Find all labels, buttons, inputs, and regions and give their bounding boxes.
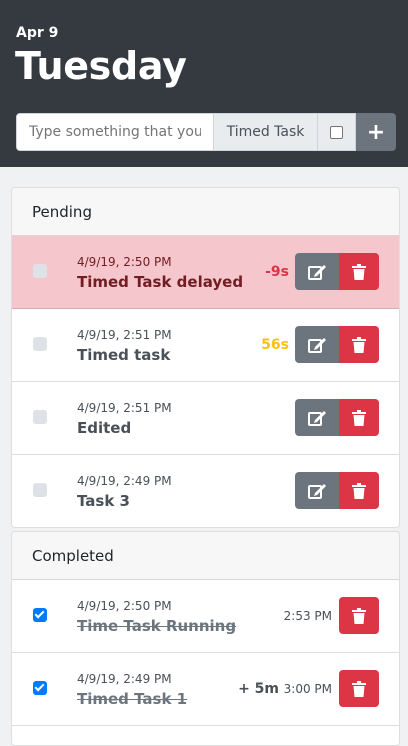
trash-icon: [352, 607, 366, 624]
pending-task-row: 4/9/19, 2:51 PM Edited: [12, 382, 399, 455]
pending-task-row: 4/9/19, 2:51 PM Timed task 56s: [12, 309, 399, 382]
edit-icon: [308, 337, 326, 353]
delete-button[interactable]: [339, 597, 379, 634]
task-checkbox[interactable]: [33, 681, 47, 695]
add-task-button[interactable]: +: [356, 113, 396, 151]
pending-task-row: 4/9/19, 2:49 PM Task 3: [12, 455, 399, 527]
completed-time: 2:53 PM: [283, 609, 332, 623]
completed-task-row: 4/9/19, 2:49 PM Timed Task 1 + 5m 3:00 P…: [12, 653, 399, 726]
header-date: Apr 9: [16, 25, 59, 41]
completed-card: Completed 4/9/19, 2:50 PM Time Task Runn…: [11, 531, 400, 746]
task-title: Timed task: [77, 346, 171, 364]
trash-icon: [352, 482, 366, 499]
trash-icon: [352, 263, 366, 280]
edit-icon: [308, 410, 326, 426]
delete-button[interactable]: [339, 326, 379, 363]
plus-icon: +: [366, 119, 386, 145]
task-time: 4/9/19, 2:49 PM: [77, 672, 172, 686]
task-time: 4/9/19, 2:51 PM: [77, 401, 172, 415]
overtime-label: + 5m: [238, 681, 279, 697]
new-task-input[interactable]: [16, 113, 214, 151]
pending-task-row: 4/9/19, 2:50 PM Timed Task delayed -9s: [12, 236, 399, 309]
task-time: 4/9/19, 2:49 PM: [77, 474, 172, 488]
pending-header: Pending: [12, 188, 399, 236]
delete-button[interactable]: [339, 253, 379, 290]
edit-button[interactable]: [295, 399, 339, 436]
task-time: 4/9/19, 2:51 PM: [77, 328, 172, 342]
trash-icon: [352, 680, 366, 697]
task-title: Time Task Running: [77, 617, 237, 635]
task-checkbox[interactable]: [33, 608, 47, 622]
delete-button[interactable]: [339, 670, 379, 707]
task-countdown: -9s: [265, 264, 289, 280]
edit-button[interactable]: [295, 253, 339, 290]
timed-task-toggle[interactable]: [318, 113, 356, 151]
task-countdown: 56s: [261, 337, 289, 353]
pending-card: Pending 4/9/19, 2:50 PM Timed Task delay…: [11, 187, 400, 528]
task-title: Timed Task 1: [77, 690, 188, 708]
edit-icon: [308, 264, 326, 280]
new-task-bar: Timed Task +: [16, 113, 396, 151]
edit-icon: [308, 483, 326, 499]
task-checkbox[interactable]: [33, 410, 47, 424]
task-checkbox[interactable]: [33, 264, 47, 278]
edit-button[interactable]: [295, 472, 339, 509]
task-time: 4/9/19, 2:50 PM: [77, 255, 172, 269]
trash-icon: [352, 409, 366, 426]
task-checkbox[interactable]: [33, 483, 47, 497]
task-time: 4/9/19, 2:50 PM: [77, 599, 172, 613]
edit-button[interactable]: [295, 326, 339, 363]
task-title: Timed Task delayed: [77, 273, 244, 291]
completed-task-row: 4/9/19, 2:50 PM Time Task Running 2:53 P…: [12, 580, 399, 653]
task-checkbox[interactable]: [33, 337, 47, 351]
delete-button[interactable]: [339, 472, 379, 509]
delete-button[interactable]: [339, 399, 379, 436]
completed-time: 3:00 PM: [283, 682, 332, 696]
timed-task-checkbox[interactable]: [330, 125, 343, 139]
completed-header: Completed: [12, 532, 399, 580]
task-title: Edited: [77, 419, 132, 437]
app-header: Apr 9 Tuesday Timed Task +: [0, 0, 408, 167]
task-title: Task 3: [77, 492, 130, 510]
trash-icon: [352, 336, 366, 353]
header-day: Tuesday: [15, 44, 187, 88]
timed-task-label: Timed Task: [214, 113, 318, 151]
